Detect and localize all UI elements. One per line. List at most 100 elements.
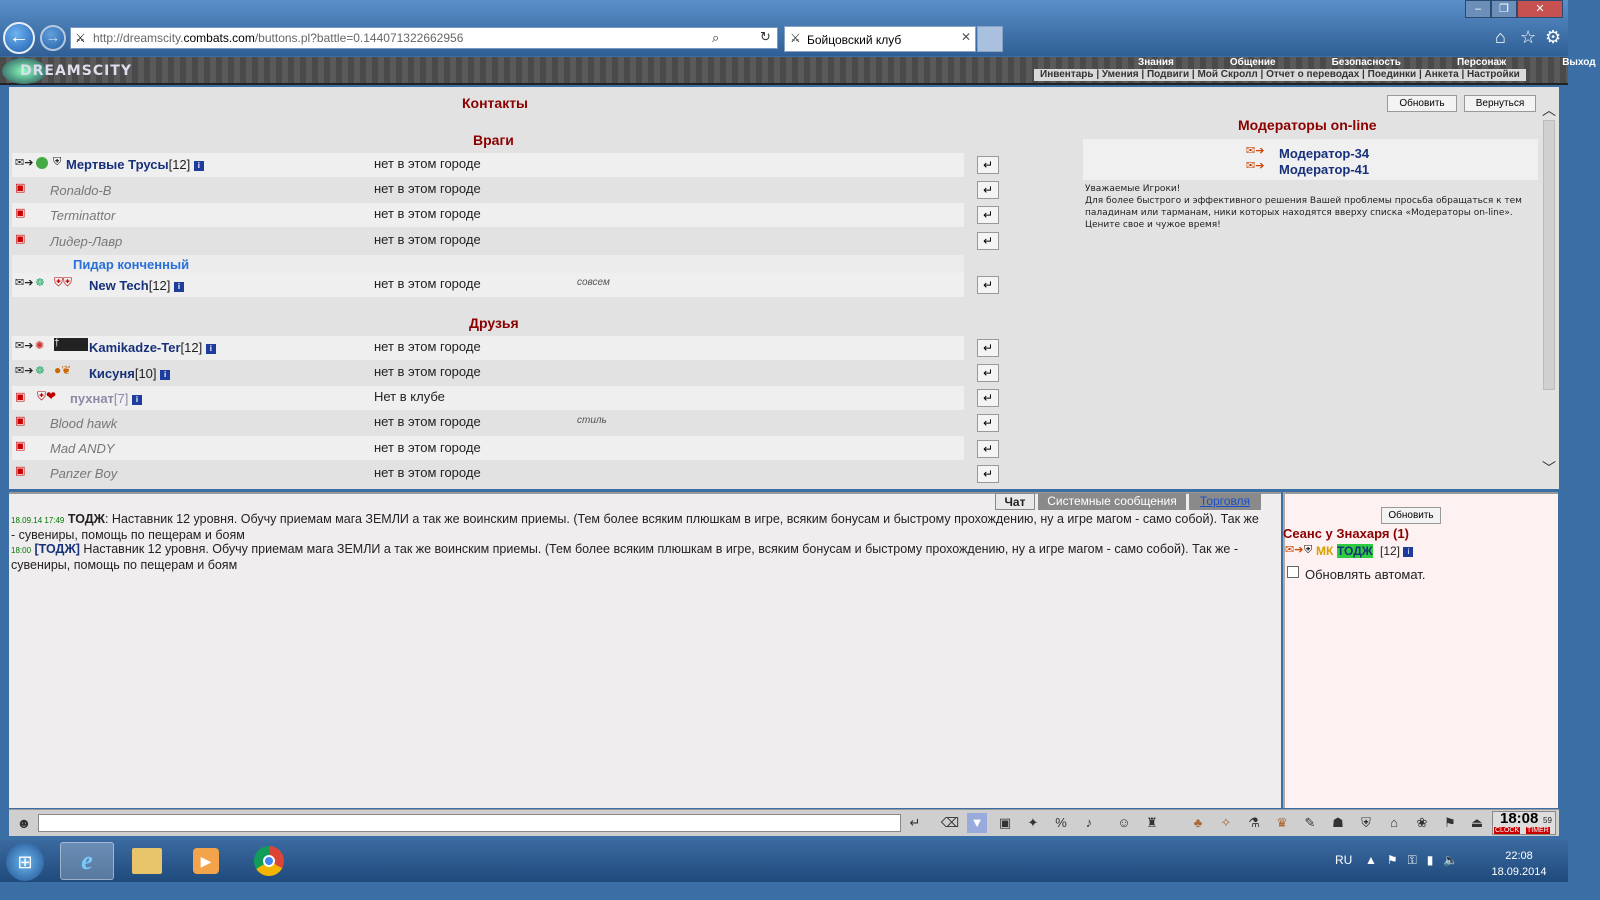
- tray-icons[interactable]: ▲⚑⚿▮🔈: [1365, 853, 1468, 868]
- start-button-icon[interactable]: ⊞: [6, 843, 44, 881]
- auto-refresh-checkbox[interactable]: [1287, 566, 1299, 578]
- contact-action-button[interactable]: ↵: [977, 339, 999, 357]
- chat-input[interactable]: [38, 814, 901, 832]
- close-window-button[interactable]: ✕: [1517, 0, 1563, 18]
- clock-time: 18:08: [1500, 810, 1539, 827]
- favorites-star-icon[interactable]: ☆: [1520, 27, 1536, 48]
- maximize-button[interactable]: ❐: [1491, 0, 1517, 18]
- contact-row: [12, 228, 964, 252]
- scroll-icon[interactable]: ✎: [1300, 813, 1320, 833]
- percent-icon[interactable]: %: [1051, 813, 1071, 833]
- contact-name[interactable]: Kamikadze-Ter[12] i: [89, 340, 216, 355]
- fight-icon[interactable]: ✦: [1023, 813, 1043, 833]
- back-button[interactable]: ←: [3, 22, 35, 54]
- contact-action-button[interactable]: ↵: [977, 389, 999, 407]
- clear-icon[interactable]: ⌫: [940, 813, 960, 833]
- contact-name[interactable]: Мертвые Трусы[12] i: [66, 157, 204, 172]
- contact-action-button[interactable]: ↵: [977, 465, 999, 483]
- menu-exit[interactable]: Выход: [1534, 57, 1600, 68]
- house-icon[interactable]: ⌂: [1384, 813, 1404, 833]
- user-name[interactable]: ТОДЖ: [1337, 544, 1373, 558]
- exit-icon[interactable]: ⏏: [1467, 813, 1487, 833]
- private-message-icon[interactable]: ✉➔: [1285, 543, 1303, 556]
- forward-button[interactable]: →: [40, 25, 66, 51]
- info-icon[interactable]: i: [205, 343, 216, 354]
- address-bar[interactable]: http://dreamscity.combats.com/buttons.pl…: [70, 27, 778, 49]
- contact-action-button[interactable]: ↵: [977, 206, 999, 224]
- refresh-button[interactable]: Обновить: [1387, 95, 1457, 112]
- private-message-icon[interactable]: ✉➔: [15, 364, 33, 377]
- moderator-link[interactable]: Модератор-34: [1279, 146, 1369, 161]
- search-icon[interactable]: ⌕: [712, 30, 719, 46]
- message-author[interactable]: ТОДЖ: [68, 512, 105, 526]
- info-icon[interactable]: i: [193, 160, 204, 171]
- chrome-icon[interactable]: [254, 846, 284, 876]
- contact-name[interactable]: Ronaldo-B: [50, 183, 111, 198]
- media-player-icon[interactable]: ▶: [193, 848, 219, 874]
- contacts-scrollbar[interactable]: ︿ ﹀: [1541, 100, 1557, 478]
- contact-action-button[interactable]: ↵: [977, 181, 999, 199]
- sub-menu[interactable]: Инвентарь | Умения | Подвиги | Мой Скрол…: [1034, 69, 1526, 81]
- flower-icon[interactable]: ❀: [1412, 813, 1432, 833]
- menu-communication[interactable]: Общение: [1202, 57, 1304, 68]
- contact-action-button[interactable]: ↵: [977, 364, 999, 382]
- chat-settings-icon[interactable]: ☻: [14, 813, 34, 833]
- menu-knowledge[interactable]: Знания: [1110, 57, 1202, 68]
- private-message-icon[interactable]: ✉➔: [1246, 159, 1264, 172]
- contact-action-button[interactable]: ↵: [977, 156, 999, 174]
- tab-chat[interactable]: Чат: [995, 493, 1035, 510]
- info-icon[interactable]: i: [174, 281, 185, 292]
- contact-name[interactable]: Panzer Boy: [50, 466, 117, 481]
- contact-name[interactable]: Лидер-Лавр: [50, 234, 122, 249]
- contact-name[interactable]: Blood hawk: [50, 416, 117, 431]
- chest-icon[interactable]: ♛: [1272, 813, 1292, 833]
- new-tab-button[interactable]: [977, 26, 1003, 52]
- shield-icon[interactable]: ⛨: [1356, 813, 1376, 833]
- contact-name[interactable]: пухнат[7] i: [70, 391, 143, 406]
- group-icon[interactable]: ☗: [1328, 813, 1348, 833]
- contact-name[interactable]: Mad ANDY: [50, 441, 115, 456]
- flag-icon[interactable]: ⚑: [1440, 813, 1460, 833]
- save-icon[interactable]: ▣: [995, 813, 1015, 833]
- bag-icon[interactable]: ♣: [1188, 813, 1208, 833]
- info-icon[interactable]: i: [1403, 546, 1414, 557]
- private-message-icon[interactable]: ✉➔: [15, 156, 33, 169]
- menu-security[interactable]: Безопасность: [1304, 57, 1429, 68]
- sound-icon[interactable]: ♪: [1079, 813, 1099, 833]
- info-icon[interactable]: i: [160, 369, 171, 380]
- tab-close-icon[interactable]: ✕: [961, 30, 971, 44]
- smiley-icon[interactable]: ☺: [1114, 813, 1134, 833]
- moderator-link[interactable]: Модератор-41: [1279, 162, 1369, 177]
- refresh-icon[interactable]: ↻: [760, 29, 771, 45]
- info-icon[interactable]: i: [132, 394, 143, 405]
- team-icon[interactable]: ♜: [1142, 813, 1162, 833]
- private-message-icon[interactable]: ✉➔: [15, 276, 33, 289]
- room-refresh-button[interactable]: Обновить: [1381, 507, 1441, 524]
- private-message-icon[interactable]: ✉➔: [1246, 144, 1264, 157]
- contact-action-button[interactable]: ↵: [977, 276, 999, 294]
- minimize-button[interactable]: –: [1465, 0, 1491, 18]
- contact-action-button[interactable]: ↵: [977, 414, 999, 432]
- back-to-game-button[interactable]: Вернуться: [1464, 95, 1536, 112]
- explorer-folder-icon[interactable]: [132, 848, 162, 874]
- magic-icon[interactable]: ✧: [1216, 813, 1236, 833]
- filter-icon[interactable]: ▼: [967, 813, 987, 833]
- language-indicator[interactable]: RU: [1335, 853, 1352, 867]
- home-icon[interactable]: ⌂: [1495, 27, 1506, 48]
- private-message-icon[interactable]: ✉➔: [15, 339, 33, 352]
- menu-character[interactable]: Персонаж: [1429, 57, 1534, 68]
- ie-taskbar-icon[interactable]: e: [60, 842, 114, 880]
- send-icon[interactable]: ↵: [905, 813, 925, 833]
- tab-fight-club[interactable]: Бойцовский клуб: [784, 26, 976, 52]
- contact-name[interactable]: New Tech[12] i: [89, 278, 185, 293]
- message-author[interactable]: [ТОДЖ]: [35, 542, 80, 556]
- contact-name[interactable]: Terminattor: [50, 208, 115, 223]
- potion-icon[interactable]: ⚗: [1244, 813, 1264, 833]
- tab-trade[interactable]: Торговля: [1189, 493, 1261, 510]
- tab-system-messages[interactable]: Системные сообщения: [1038, 493, 1186, 510]
- system-clock[interactable]: 22:08 18.09.2014: [1488, 848, 1550, 880]
- contact-action-button[interactable]: ↵: [977, 232, 999, 250]
- contact-name[interactable]: Кисуня[10] i: [89, 366, 171, 381]
- settings-gear-icon[interactable]: ⚙: [1545, 27, 1561, 48]
- contact-action-button[interactable]: ↵: [977, 440, 999, 458]
